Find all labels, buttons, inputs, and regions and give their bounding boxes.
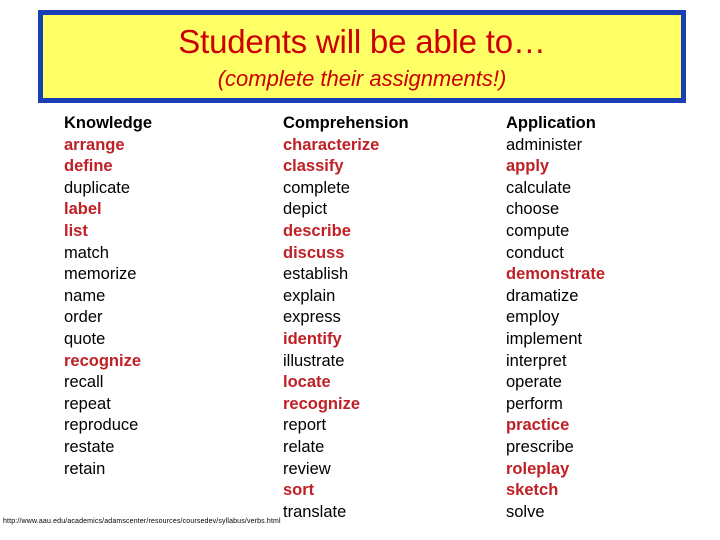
verb-item: calculate [506,178,572,197]
verb-item: practice [506,416,570,435]
verb-column-application: Application administer apply calculate choos… [506,113,706,523]
verb-item: order [64,308,103,327]
verb-item: complete [283,178,350,197]
verb-item: dramatize [506,286,579,305]
verb-item: memorize [64,265,137,284]
verb-item: apply [506,157,550,176]
verb-item: express [283,308,341,327]
verb-item: demonstrate [506,265,606,284]
verb-item: label [64,200,102,219]
verb-item: establish [283,265,349,284]
verb-item: employ [506,308,560,327]
verb-item: perform [506,394,563,413]
verb-item: restate [64,437,115,456]
verb-item: choose [506,200,560,219]
verb-item: solve [506,502,545,521]
verb-item: classify [283,157,344,176]
verb-item: operate [506,373,562,392]
verb-item: review [283,459,331,478]
title-banner: Students will be able to… (complete thei… [38,10,686,103]
verb-item: identify [283,329,342,348]
verb-item: roleplay [506,459,570,478]
verb-item: name [64,286,106,305]
verb-item: discuss [283,243,345,262]
verb-item: recognize [64,351,142,370]
verb-item: sketch [506,481,559,500]
verb-item: repeat [64,394,111,413]
verb-item: arrange [64,135,125,154]
verb-item: define [64,157,113,176]
column-heading: Application [506,114,596,132]
verb-item: retain [64,459,106,478]
verb-item: conduct [506,243,564,262]
verb-item: prescribe [506,437,574,456]
verb-item: sort [283,481,315,500]
column-heading: Knowledge [64,114,153,132]
verb-item: duplicate [64,178,131,197]
verb-item: quote [64,329,106,348]
verb-item: report [283,416,327,435]
verb-item: reproduce [64,416,139,435]
verb-item: recall [64,373,104,392]
verb-item: illustrate [283,351,345,370]
verb-item: compute [506,221,570,240]
verb-item: match [64,243,109,262]
verb-item: list [64,221,88,240]
verb-item: relate [283,437,325,456]
verb-item: locate [283,373,331,392]
verb-item: interpret [506,351,567,370]
page-subtitle: (complete their assignments!) [217,66,507,91]
verb-item: translate [283,502,347,521]
verb-column-comprehension: Comprehension characterize classify complet… [283,113,498,523]
verb-item: recognize [283,394,361,413]
verb-column-knowledge: Knowledge arrange define duplicate label list… [64,113,274,480]
page-title: Students will be able to… [178,23,546,60]
column-heading: Comprehension [283,114,409,132]
verb-item: describe [283,221,351,240]
verb-item: depict [283,200,328,219]
verb-item: characterize [283,135,380,154]
verb-item: administer [506,135,583,154]
source-url[interactable]: http://www.aau.edu/academics/adamscenter… [3,518,281,525]
verb-item: implement [506,329,583,348]
verb-item: explain [283,286,336,305]
